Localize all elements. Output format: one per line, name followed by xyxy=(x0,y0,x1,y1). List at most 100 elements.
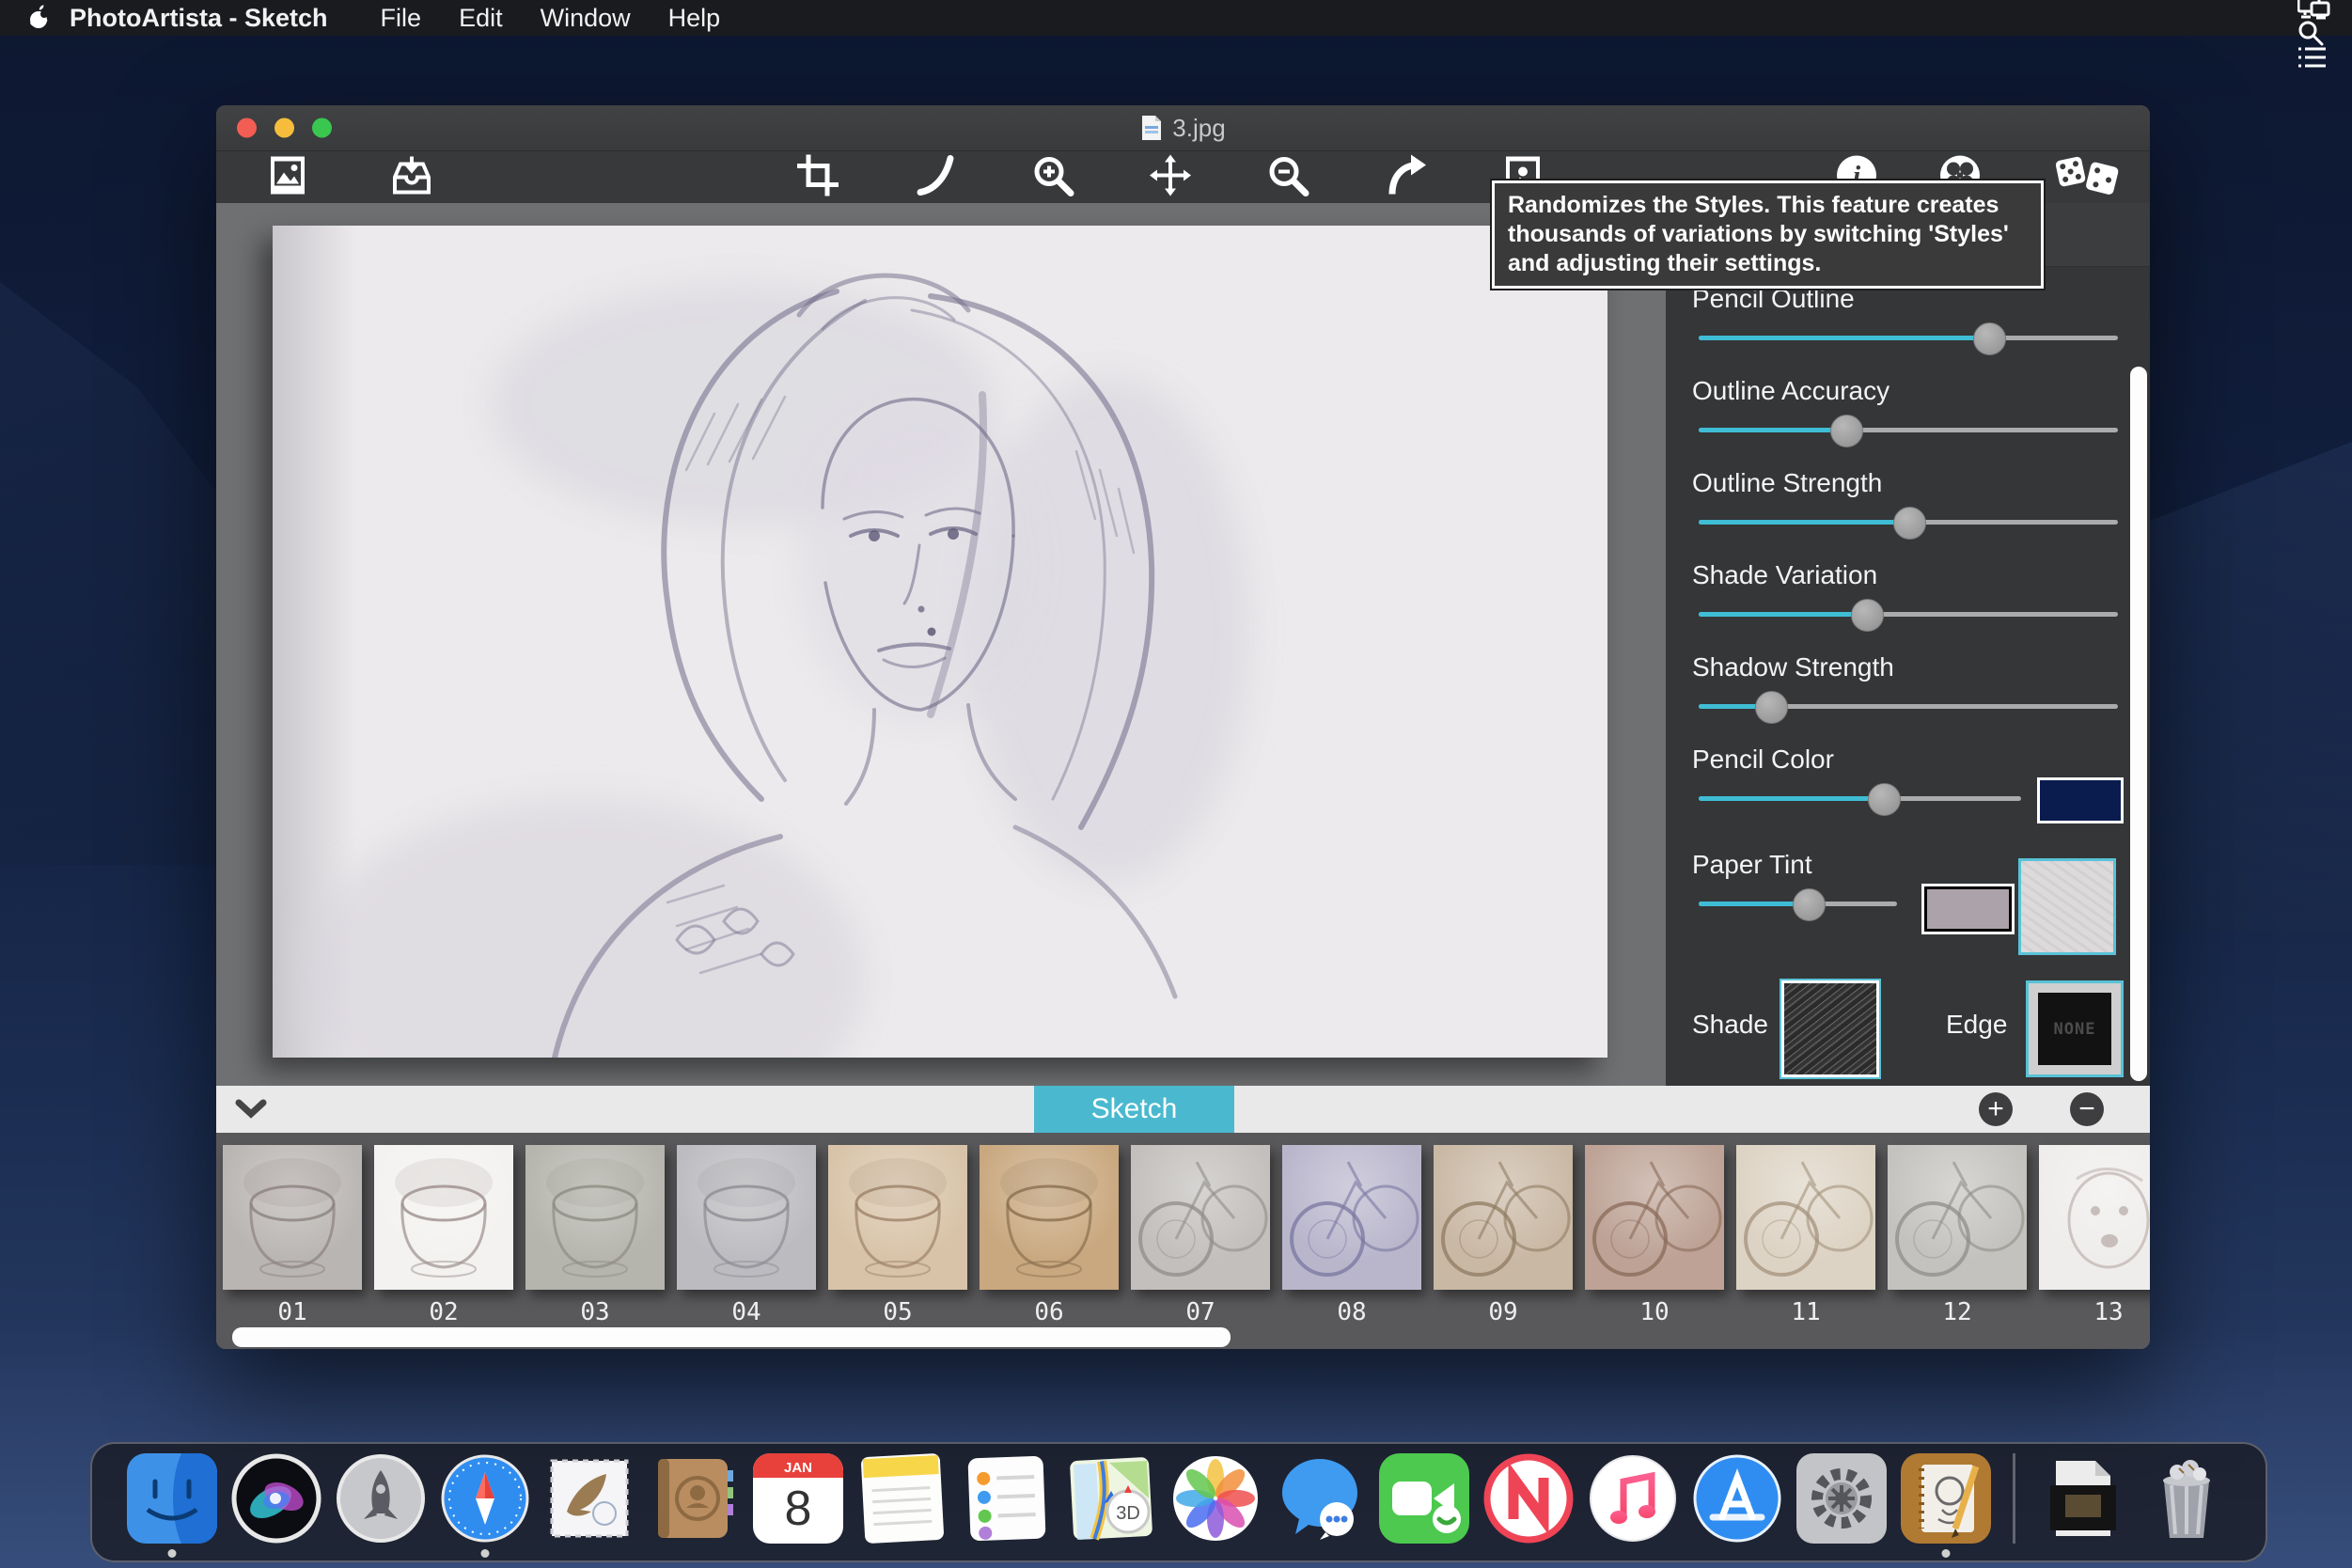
window-title: 3.jpg xyxy=(1140,114,1225,143)
style-thumbnail-12[interactable] xyxy=(1888,1145,2027,1290)
window-title-text: 3.jpg xyxy=(1172,114,1225,143)
thumbnail-number-06: 06 xyxy=(980,1298,1119,1326)
close-button[interactable] xyxy=(237,118,257,138)
open-image-tool-icon[interactable] xyxy=(265,153,310,203)
dock-icon-contacts[interactable] xyxy=(649,1453,739,1544)
svg-text:JAN: JAN xyxy=(783,1460,811,1476)
crop-tool-icon[interactable] xyxy=(795,153,840,203)
dock-icon-document[interactable] xyxy=(2037,1453,2127,1544)
apple-menu-icon[interactable] xyxy=(28,5,51,31)
zoom-button[interactable] xyxy=(312,118,332,138)
redo-tool-icon[interactable] xyxy=(1383,153,1428,203)
slider-fill xyxy=(1699,902,1808,906)
slider-knob-shade-variation[interactable] xyxy=(1851,599,1884,632)
shade-texture-swatch[interactable] xyxy=(1781,980,1879,1077)
dock-icon-finder[interactable] xyxy=(127,1453,217,1544)
svg-text:8: 8 xyxy=(784,1482,811,1536)
style-thumbnail-05[interactable] xyxy=(828,1145,967,1290)
move-tool-icon[interactable] xyxy=(1148,153,1193,203)
thumbnail-number-04: 04 xyxy=(677,1298,816,1326)
slider-track-shade-variation[interactable] xyxy=(1699,612,2118,617)
slider-knob-pencil-color[interactable] xyxy=(1868,783,1901,816)
style-thumbnail-09[interactable] xyxy=(1434,1145,1573,1290)
dock-icon-trash[interactable] xyxy=(2141,1453,2232,1544)
style-thumbnail-10[interactable] xyxy=(1585,1145,1724,1290)
dock-icon-photos[interactable] xyxy=(1170,1453,1261,1544)
style-thumbnail-04[interactable] xyxy=(677,1145,816,1290)
dock-separator xyxy=(2013,1453,2015,1544)
style-thumbnail-01[interactable] xyxy=(223,1145,362,1290)
dock-icon-mail[interactable] xyxy=(544,1453,635,1544)
slider-knob-outline-strength[interactable] xyxy=(1893,507,1926,540)
thumbnail-number-11: 11 xyxy=(1736,1298,1875,1326)
menu-item-window[interactable]: Window xyxy=(541,4,631,32)
bottom-control-bar: Sketch + − xyxy=(216,1086,2150,1133)
randomize-dice-tool-icon[interactable] xyxy=(2054,151,2120,205)
paper-tint-swatch[interactable] xyxy=(1924,886,2012,932)
dock-icon-appstore[interactable] xyxy=(1692,1453,1782,1544)
menu-item-file[interactable]: File xyxy=(381,4,422,32)
style-thumbnail-02[interactable] xyxy=(374,1145,513,1290)
dock-icon-reminders[interactable] xyxy=(962,1453,1052,1544)
dock-icon-messages[interactable] xyxy=(1275,1453,1365,1544)
svg-text:3D: 3D xyxy=(1116,1503,1140,1524)
edge-none-value: NONE xyxy=(2038,993,2111,1065)
dock-icon-maps[interactable]: 3D xyxy=(1066,1453,1156,1544)
active-app-name[interactable]: PhotoArtista - Sketch xyxy=(70,4,328,33)
slider-knob-shadow-strength[interactable] xyxy=(1755,691,1788,724)
style-thumbnail-07[interactable] xyxy=(1131,1145,1270,1290)
dock-icon-preferences[interactable] xyxy=(1796,1453,1887,1544)
slider-label-outline-strength: Outline Strength xyxy=(1692,468,1882,498)
document-icon xyxy=(1140,115,1163,141)
dock-icon-launchpad[interactable] xyxy=(336,1453,426,1544)
slider-track-pencil-outline[interactable] xyxy=(1699,336,2118,340)
dock-icon-music[interactable] xyxy=(1588,1453,1678,1544)
slider-track-pencil-color[interactable] xyxy=(1699,796,2021,801)
running-indicator xyxy=(167,1549,176,1558)
export-tool-icon[interactable] xyxy=(389,153,434,203)
collapse-chevron-icon[interactable] xyxy=(233,1095,269,1126)
slider-label-shade-variation: Shade Variation xyxy=(1692,560,1877,590)
style-sketch-button[interactable]: Sketch xyxy=(1034,1086,1234,1133)
dock-icon-notes[interactable] xyxy=(857,1453,948,1544)
thumbnail-scrollbar[interactable] xyxy=(232,1327,1231,1347)
thumbnail-number-02: 02 xyxy=(374,1298,513,1326)
list-icon[interactable] xyxy=(2297,46,2331,69)
slider-track-outline-accuracy[interactable] xyxy=(1699,428,2118,432)
curve-tool-icon[interactable] xyxy=(913,153,958,203)
menu-item-help[interactable]: Help xyxy=(668,4,721,32)
edge-label: Edge xyxy=(1946,1010,2007,1040)
pencil-color-swatch[interactable] xyxy=(2037,777,2124,823)
edge-texture-swatch[interactable]: NONE xyxy=(2026,980,2124,1077)
zoom-out-tool-icon[interactable] xyxy=(1265,153,1310,203)
dock-icon-news[interactable] xyxy=(1483,1453,1574,1544)
dock-icon-facetime[interactable] xyxy=(1379,1453,1469,1544)
search-icon[interactable] xyxy=(2297,20,2331,46)
dock-icon-safari[interactable] xyxy=(440,1453,530,1544)
panel-scrollbar[interactable] xyxy=(2130,367,2147,1081)
dock-icon-siri[interactable] xyxy=(231,1453,321,1544)
title-bar[interactable]: 3.jpg xyxy=(216,105,2150,150)
style-thumbnail-06[interactable] xyxy=(980,1145,1119,1290)
add-style-button[interactable]: + xyxy=(1979,1092,2013,1126)
slider-knob-paper-tint[interactable] xyxy=(1793,888,1826,921)
menu-item-edit[interactable]: Edit xyxy=(459,4,503,32)
style-thumbnail-03[interactable] xyxy=(525,1145,665,1290)
style-thumbnail-08[interactable] xyxy=(1282,1145,1421,1290)
dock-icon-calendar[interactable]: JAN 8 xyxy=(753,1453,843,1544)
thumbnail-number-01: 01 xyxy=(223,1298,362,1326)
remove-style-button[interactable]: − xyxy=(2070,1092,2104,1126)
style-settings-panel: Pencil OutlineOutline AccuracyOutline St… xyxy=(1666,203,2150,1086)
paper-texture-swatch[interactable] xyxy=(2018,858,2116,955)
slider-knob-pencil-outline[interactable] xyxy=(1973,322,2006,355)
dock-icon-photoartista[interactable] xyxy=(1901,1453,1991,1544)
slider-label-pencil-color: Pencil Color xyxy=(1692,745,1834,775)
slider-knob-outline-accuracy[interactable] xyxy=(1830,415,1863,447)
style-thumbnail-11[interactable] xyxy=(1736,1145,1875,1290)
dock: JAN 8 3D xyxy=(90,1442,2267,1562)
minimize-button[interactable] xyxy=(274,118,294,138)
displays-icon[interactable] xyxy=(2297,0,2331,20)
zoom-in-tool-icon[interactable] xyxy=(1030,153,1075,203)
style-thumbnail-13[interactable] xyxy=(2039,1145,2150,1290)
sketch-artwork[interactable] xyxy=(273,226,1607,1058)
